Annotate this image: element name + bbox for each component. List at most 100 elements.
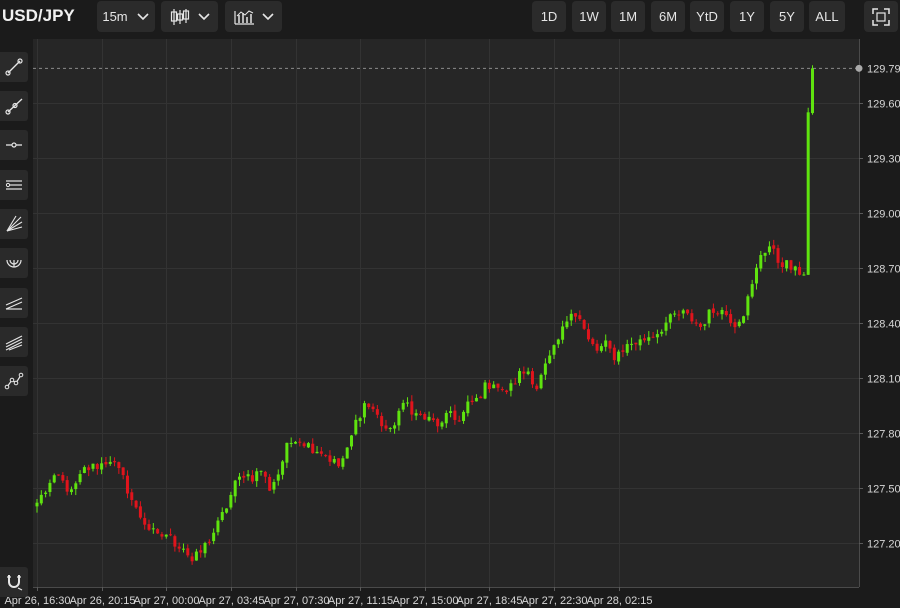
chart-type-dropdown[interactable] (161, 1, 218, 32)
candle-body (268, 476, 272, 491)
candle-body (651, 336, 655, 338)
candle-body (780, 262, 784, 268)
candle-body (535, 385, 539, 390)
candle-body (664, 322, 668, 331)
tool-regression-channel[interactable] (0, 288, 28, 318)
candle-body (216, 520, 220, 533)
tool-pitchfork[interactable] (0, 327, 28, 357)
range-button-1d[interactable]: 1D (532, 1, 566, 32)
time-tick-label: Apr 27, 07:30 (263, 595, 329, 607)
range-button-1y[interactable]: 1Y (730, 1, 764, 32)
candle-body (380, 416, 384, 427)
candle-body (470, 400, 474, 403)
candle-body (74, 483, 78, 490)
candle-body (565, 321, 569, 328)
candle-body (401, 402, 405, 410)
candle-body (410, 401, 414, 415)
candlestick-icon (170, 8, 189, 25)
time-tick-label: Apr 27, 03:45 (198, 595, 264, 607)
candle-body (440, 422, 444, 427)
price-chart[interactable]: 129.79 127.20 127.50 127.80 128.10 128.40 128… (0, 0, 900, 608)
range-button-6m[interactable]: 6M (651, 1, 685, 32)
tool-ray-line[interactable] (0, 91, 28, 121)
candle-body (194, 551, 198, 561)
candle-body (354, 419, 358, 435)
candle-body (375, 409, 379, 415)
price-tick-label: 129.60 (867, 99, 900, 111)
tool-path[interactable] (0, 366, 28, 396)
interval-dropdown[interactable]: 15m (97, 1, 155, 32)
candle-body (95, 464, 99, 469)
range-button-5y[interactable]: 5Y (770, 1, 804, 32)
indicators-icon (233, 9, 254, 25)
indicators-dropdown[interactable] (225, 1, 282, 32)
candle-body (457, 420, 461, 422)
candle-body (802, 274, 806, 276)
price-tick-label: 127.80 (867, 429, 900, 441)
price-tick-label: 129.00 (867, 209, 900, 221)
candle-body (785, 260, 789, 269)
candle-body (479, 396, 483, 399)
candle-body (673, 313, 677, 315)
candle-body (246, 474, 250, 477)
candle-body (595, 343, 599, 351)
candle-body (87, 467, 91, 471)
candle-body (250, 475, 254, 482)
candle-body (759, 255, 763, 269)
candle-body (294, 441, 297, 444)
chart-toolbar: USD/JPY 15m 1D 1W 1M 6M YtD 1Y 5Y ALL (0, 0, 900, 36)
candle-body (362, 403, 366, 418)
tool-trend-line[interactable] (0, 52, 28, 82)
candle-body (578, 315, 582, 320)
candle-body (324, 455, 328, 457)
candle-body (660, 331, 664, 334)
chevron-down-icon (197, 12, 210, 20)
candle-body (169, 534, 173, 536)
candle-body (78, 474, 82, 483)
plot-area (33, 39, 859, 587)
tool-fan-lines[interactable] (0, 209, 28, 239)
tool-magnet[interactable] (0, 567, 28, 597)
candle-body (332, 459, 336, 463)
candle-body (462, 411, 466, 422)
candle-body (199, 550, 203, 553)
candle-body (449, 411, 453, 414)
candle-body (487, 382, 491, 390)
candle-body (522, 371, 526, 374)
candle-body (574, 313, 578, 317)
candle-body (729, 314, 733, 323)
candle-body (108, 461, 112, 464)
candle-body (203, 542, 207, 554)
parallel-channel-icon (5, 180, 22, 190)
candle-body (518, 371, 522, 383)
tool-parallel-channel[interactable] (0, 170, 28, 200)
candle-body (255, 471, 259, 482)
candle-body (677, 314, 681, 316)
candle-body (207, 541, 211, 543)
candle-body (125, 475, 129, 494)
tool-horizontal-line[interactable] (0, 130, 28, 160)
magnet-icon (7, 575, 23, 591)
range-button-all[interactable]: ALL (809, 1, 845, 32)
candle-body (190, 556, 194, 562)
candle-body (513, 383, 517, 385)
fullscreen-button[interactable] (864, 1, 898, 32)
tool-arc[interactable] (0, 248, 28, 278)
candle-body (52, 475, 56, 483)
candle-body (772, 245, 776, 249)
candle-body (341, 458, 345, 467)
candle-body (724, 311, 728, 316)
candle-body (526, 371, 530, 375)
range-button-1w[interactable]: 1W (572, 1, 606, 32)
candle-body (703, 324, 707, 326)
candle-body (285, 442, 289, 463)
candle-body (225, 508, 229, 513)
time-tick-label: Apr 27, 22:30 (521, 595, 587, 607)
candle-body (720, 309, 724, 315)
candle-body (638, 339, 642, 346)
fullscreen-icon (872, 7, 890, 26)
range-button-1m[interactable]: 1M (611, 1, 645, 32)
range-button-ytd[interactable]: YtD (690, 1, 724, 32)
candle-body (281, 461, 285, 475)
candle-body (806, 112, 810, 275)
